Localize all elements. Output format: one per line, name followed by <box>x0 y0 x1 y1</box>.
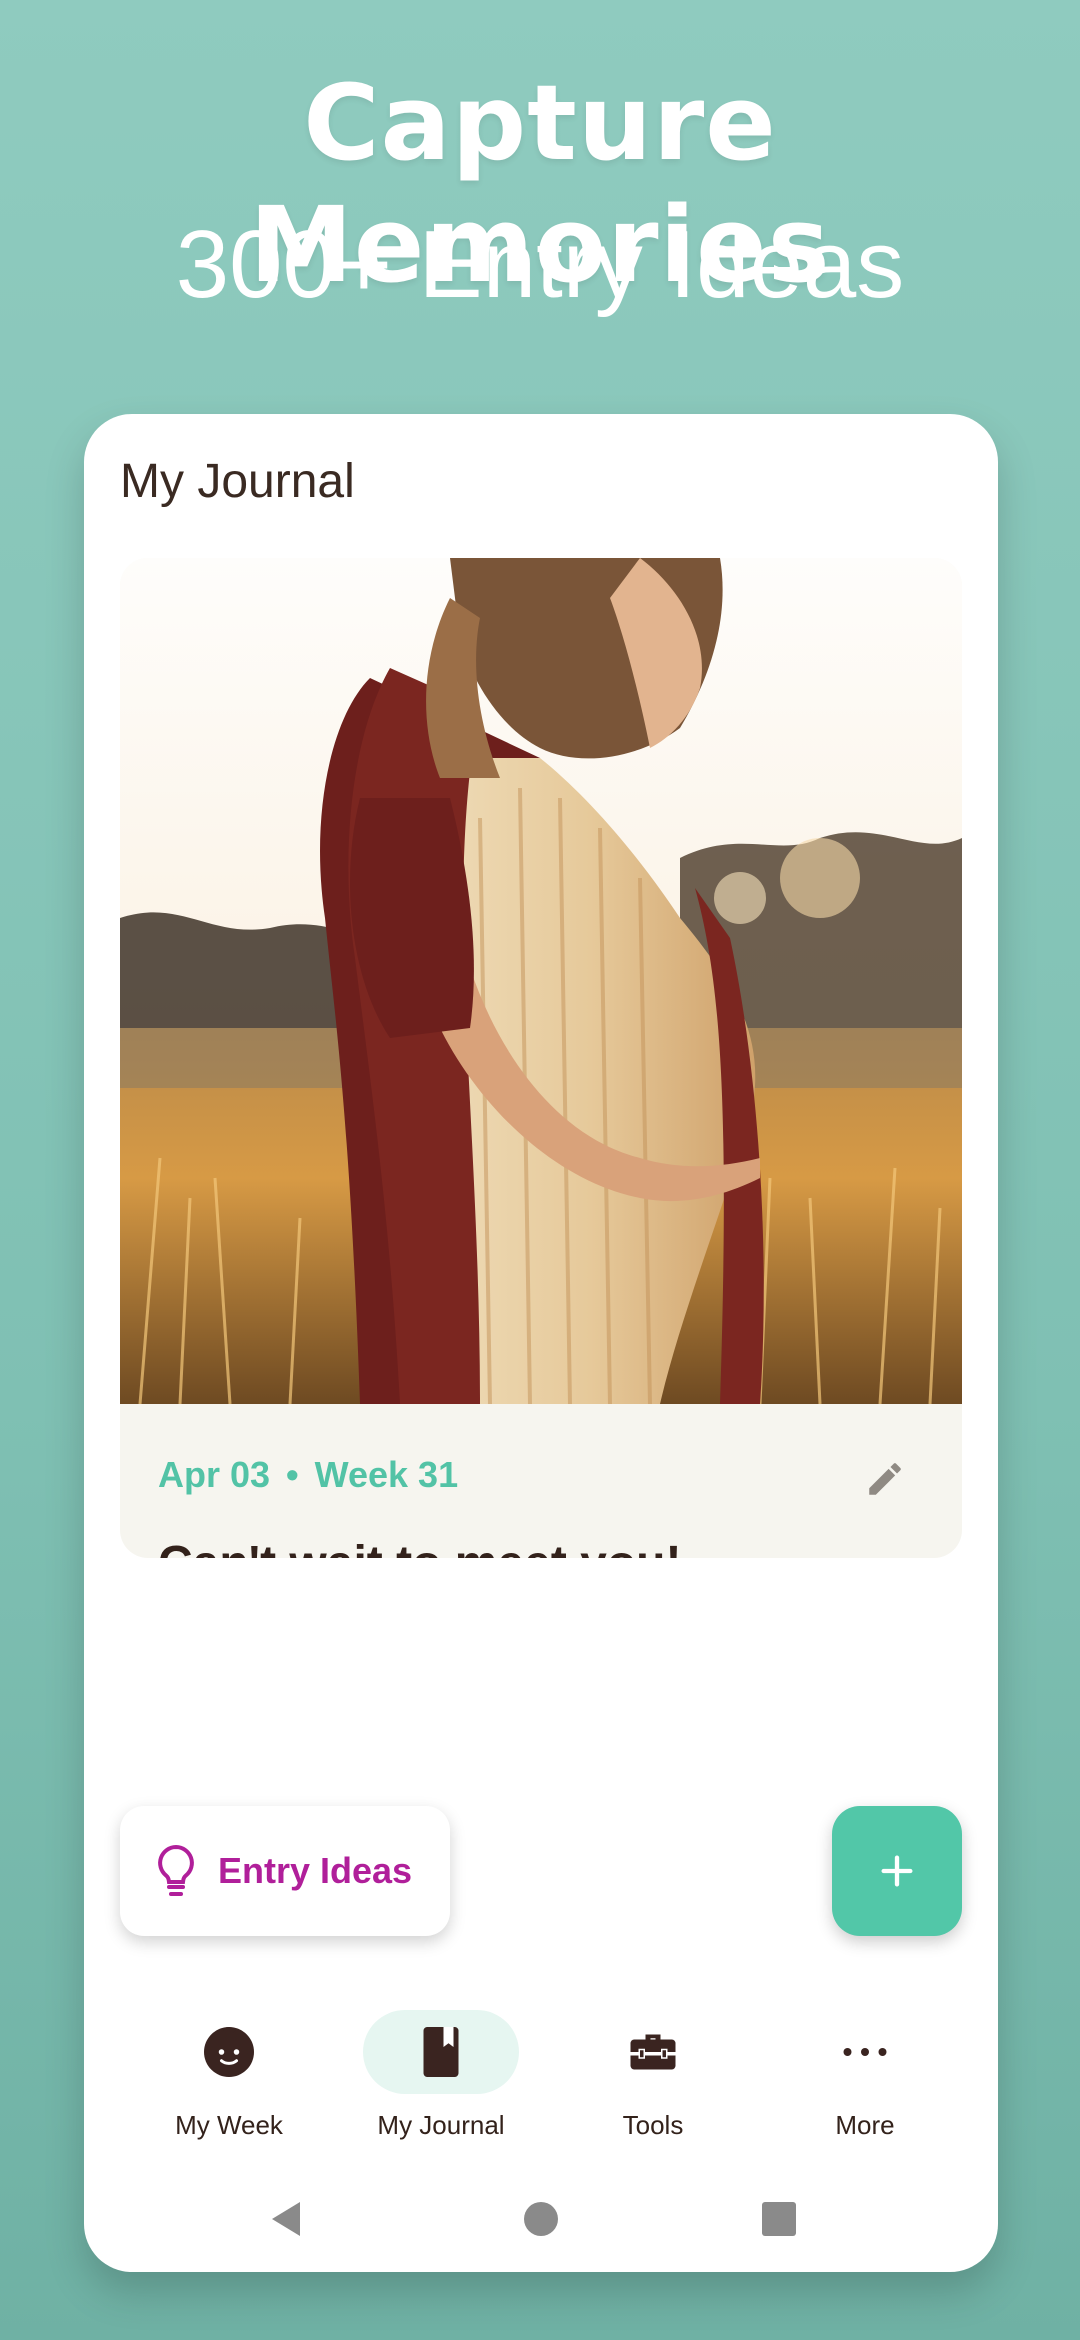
nav-label: My Week <box>175 2110 283 2140</box>
nav-label: Tools <box>622 2110 684 2140</box>
phone-frame: My Journal Apr 03 • Week 31 Entry Ideas … <box>84 414 998 2272</box>
entry-meta: Apr 03 • Week 31 <box>158 1454 458 1496</box>
page-title: My Journal <box>120 455 355 508</box>
baby-face-icon <box>204 2027 254 2077</box>
recents-icon[interactable] <box>762 2202 796 2236</box>
more-dots-icon <box>843 2048 887 2056</box>
nav-item-my-week[interactable]: My Week <box>129 1990 329 2140</box>
entry-week: Week 31 <box>314 1454 459 1495</box>
system-navigation-bar <box>84 2174 998 2264</box>
meta-separator: • <box>286 1454 299 1495</box>
entry-text: Can't wait to meet you! <box>158 1536 681 1558</box>
entry-photo <box>120 558 962 1404</box>
entry-ideas-label: Entry Ideas <box>218 1850 413 1891</box>
system-nav-buttons <box>272 2202 796 2236</box>
add-entry-button[interactable] <box>832 1806 962 1936</box>
pregnant-woman-photo <box>120 558 962 1404</box>
journal-entry-card[interactable]: Apr 03 • Week 31 Can't wait to meet you! <box>120 558 962 1558</box>
entry-ideas-button[interactable]: Entry Ideas <box>120 1806 450 1936</box>
back-icon[interactable] <box>272 2202 300 2236</box>
entry-date: Apr 03 <box>158 1454 271 1495</box>
nav-label: More <box>835 2110 895 2140</box>
edit-icon[interactable] <box>864 1458 906 1500</box>
nav-item-my-journal[interactable]: My Journal <box>341 1990 541 2140</box>
plus-icon <box>881 1855 913 1887</box>
promo-subheadline: 300+ Entry Ideas <box>175 211 905 318</box>
nav-item-more[interactable]: More <box>765 1990 965 2140</box>
home-icon[interactable] <box>524 2202 558 2236</box>
nav-item-tools[interactable]: Tools <box>553 1990 753 2140</box>
toolbox-icon <box>630 2034 676 2070</box>
journal-icon <box>423 2027 459 2077</box>
lightbulb-icon <box>158 1844 194 1896</box>
bottom-navigation: My Week My Journal Tools More <box>84 1990 998 2150</box>
nav-label: My Journal <box>377 2110 505 2140</box>
